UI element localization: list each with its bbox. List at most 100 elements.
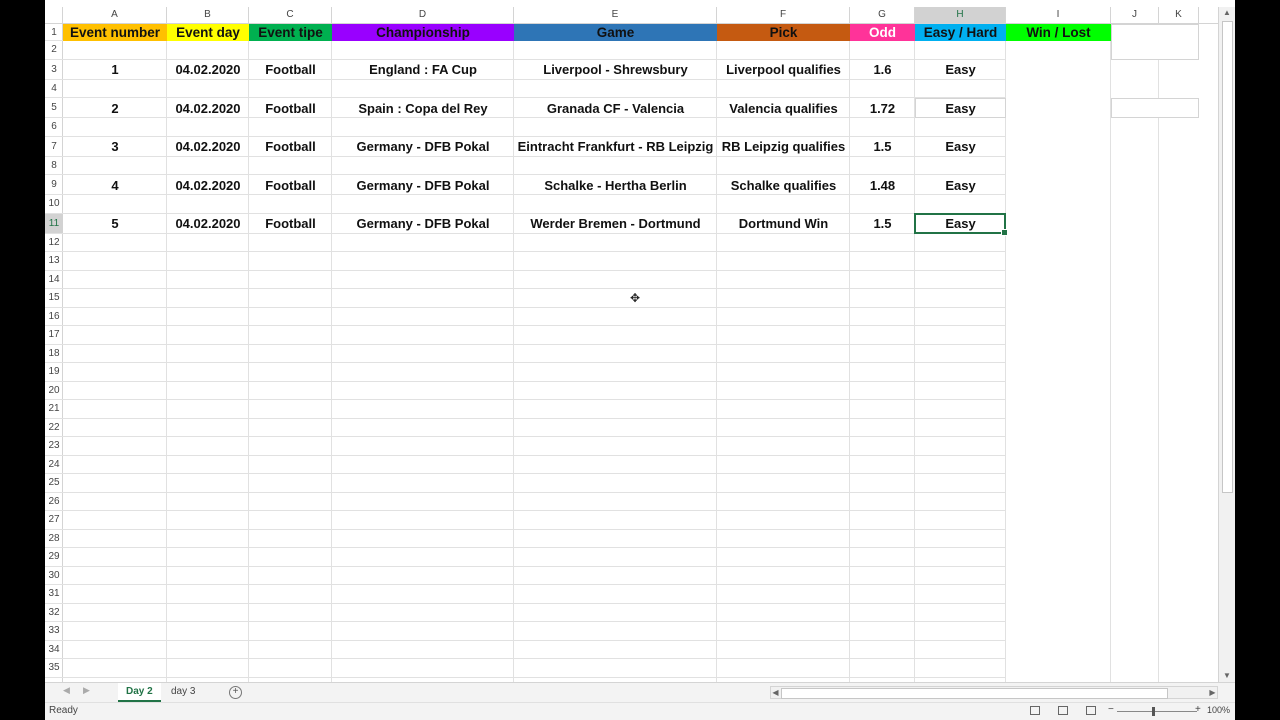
zoom-out-icon[interactable]: − xyxy=(1108,704,1114,715)
row-header-26[interactable]: 26 xyxy=(45,493,63,511)
header-cell-event-number[interactable]: Event number xyxy=(63,24,167,41)
table-cell[interactable]: 1 xyxy=(63,60,167,80)
row-header-18[interactable]: 18 xyxy=(45,345,63,363)
row-header-35[interactable]: 35 xyxy=(45,659,63,678)
row-header-1[interactable]: 1 xyxy=(45,24,63,41)
zoom-slider[interactable] xyxy=(1117,711,1197,712)
column-header-c[interactable]: C xyxy=(249,7,332,23)
table-cell[interactable]: Eintracht Frankfurt - RB Leipzig xyxy=(514,137,717,157)
row-header-3[interactable]: 3 xyxy=(45,60,63,80)
table-cell[interactable]: Liverpool qualifies xyxy=(717,60,850,80)
header-cell-event-day[interactable]: Event day xyxy=(167,24,249,41)
column-header-b[interactable]: B xyxy=(167,7,249,23)
row-header-10[interactable]: 10 xyxy=(45,195,63,214)
table-cell[interactable]: Easy xyxy=(915,175,1006,195)
sheet-tab-day-3[interactable]: day 3 xyxy=(163,683,203,702)
column-header-i[interactable]: I xyxy=(1006,7,1111,23)
row-header-17[interactable]: 17 xyxy=(45,326,63,345)
column-header-h[interactable]: H xyxy=(915,7,1006,23)
row-header-29[interactable]: 29 xyxy=(45,548,63,567)
column-header-k[interactable]: K xyxy=(1159,7,1199,23)
header-cell-event-tipe[interactable]: Event tipe xyxy=(249,24,332,41)
row-header-2[interactable]: 2 xyxy=(45,41,63,60)
row-header-20[interactable]: 20 xyxy=(45,382,63,400)
column-header-g[interactable]: G xyxy=(850,7,915,23)
row-header-21[interactable]: 21 xyxy=(45,400,63,419)
table-cell[interactable]: Football xyxy=(249,175,332,195)
table-cell[interactable]: Spain : Copa del Rey xyxy=(332,98,514,118)
table-cell[interactable]: Football xyxy=(249,98,332,118)
table-cell[interactable]: Germany - DFB Pokal xyxy=(332,137,514,157)
header-cell-championship[interactable]: Championship xyxy=(332,24,514,41)
table-cell[interactable]: Easy xyxy=(915,137,1006,157)
row-header-28[interactable]: 28 xyxy=(45,530,63,548)
zoom-level[interactable]: 100% xyxy=(1207,705,1230,715)
scroll-down-icon[interactable]: ▼ xyxy=(1219,670,1235,682)
worksheet-grid[interactable]: Event number Event day Event tipe Champions… xyxy=(63,24,1218,682)
table-cell[interactable]: Valencia qualifies xyxy=(717,98,850,118)
scroll-right-icon[interactable]: ▶ xyxy=(1208,687,1217,698)
row-header-32[interactable]: 32 xyxy=(45,604,63,622)
row-header-19[interactable]: 19 xyxy=(45,363,63,382)
table-cell[interactable]: Germany - DFB Pokal xyxy=(332,175,514,195)
vertical-scrollbar[interactable]: ▲ ▼ xyxy=(1218,7,1235,682)
table-cell[interactable]: 04.02.2020 xyxy=(167,214,249,234)
sheet-prev-icon[interactable]: ◀ xyxy=(63,685,70,696)
table-cell[interactable]: 1.6 xyxy=(850,60,915,80)
row-header-11[interactable]: 11 xyxy=(45,213,63,234)
table-cell[interactable]: 3 xyxy=(63,137,167,157)
scroll-up-icon[interactable]: ▲ xyxy=(1219,7,1235,19)
row-header-15[interactable]: 15 xyxy=(45,289,63,308)
column-header-e[interactable]: E xyxy=(514,7,717,23)
add-sheet-icon[interactable]: + xyxy=(229,686,242,699)
page-layout-view-icon[interactable] xyxy=(1058,706,1068,715)
sheet-next-icon[interactable]: ▶ xyxy=(83,685,90,696)
table-cell[interactable]: Easy xyxy=(915,98,1006,118)
table-cell[interactable]: 4 xyxy=(63,175,167,195)
zoom-in-icon[interactable]: + xyxy=(1195,704,1201,715)
table-cell[interactable]: Liverpool - Shrewsbury xyxy=(514,60,717,80)
header-cell-easy-hard[interactable]: Easy / Hard xyxy=(915,24,1006,41)
header-cell-game[interactable]: Game xyxy=(514,24,717,41)
column-header-a[interactable]: A xyxy=(63,7,167,23)
table-cell[interactable]: Dortmund Win xyxy=(717,214,850,234)
row-header-22[interactable]: 22 xyxy=(45,419,63,437)
column-header-j[interactable]: J xyxy=(1111,7,1159,23)
row-header-25[interactable]: 25 xyxy=(45,474,63,493)
table-cell[interactable]: England : FA Cup xyxy=(332,60,514,80)
table-cell[interactable]: 04.02.2020 xyxy=(167,175,249,195)
cell-j5[interactable] xyxy=(1111,98,1199,118)
column-header-f[interactable]: F xyxy=(717,7,850,23)
horizontal-scroll-thumb[interactable] xyxy=(781,688,1168,699)
row-header-5[interactable]: 5 xyxy=(45,98,63,118)
header-cell-pick[interactable]: Pick xyxy=(717,24,850,41)
table-cell[interactable]: 1.48 xyxy=(850,175,915,195)
row-header-31[interactable]: 31 xyxy=(45,585,63,604)
table-cell[interactable]: 5 xyxy=(63,214,167,234)
scroll-left-icon[interactable]: ◀ xyxy=(771,687,780,698)
table-cell[interactable]: Football xyxy=(249,60,332,80)
horizontal-scrollbar[interactable]: ◀ ▶ xyxy=(770,686,1218,699)
table-cell[interactable]: Easy xyxy=(915,60,1006,80)
row-header-7[interactable]: 7 xyxy=(45,137,63,157)
select-all-corner[interactable] xyxy=(45,7,63,23)
table-cell[interactable]: Granada CF - Valencia xyxy=(514,98,717,118)
table-cell[interactable]: RB Leipzig qualifies xyxy=(717,137,850,157)
table-cell[interactable]: Schalke - Hertha Berlin xyxy=(514,175,717,195)
table-cell[interactable]: Werder Bremen - Dortmund xyxy=(514,214,717,234)
row-header-33[interactable]: 33 xyxy=(45,622,63,641)
row-header-27[interactable]: 27 xyxy=(45,511,63,530)
table-cell[interactable]: Football xyxy=(249,137,332,157)
sheet-tab-day-2[interactable]: Day 2 xyxy=(118,683,161,702)
table-cell[interactable]: 04.02.2020 xyxy=(167,137,249,157)
normal-view-icon[interactable] xyxy=(1030,706,1040,715)
table-cell[interactable]: 1.5 xyxy=(850,137,915,157)
row-header-24[interactable]: 24 xyxy=(45,456,63,474)
row-header-34[interactable]: 34 xyxy=(45,641,63,659)
row-header-4[interactable]: 4 xyxy=(45,80,63,98)
row-header-12[interactable]: 12 xyxy=(45,234,63,252)
row-header-8[interactable]: 8 xyxy=(45,157,63,175)
row-header-30[interactable]: 30 xyxy=(45,567,63,585)
table-cell[interactable]: 04.02.2020 xyxy=(167,98,249,118)
table-cell[interactable]: Football xyxy=(249,214,332,234)
